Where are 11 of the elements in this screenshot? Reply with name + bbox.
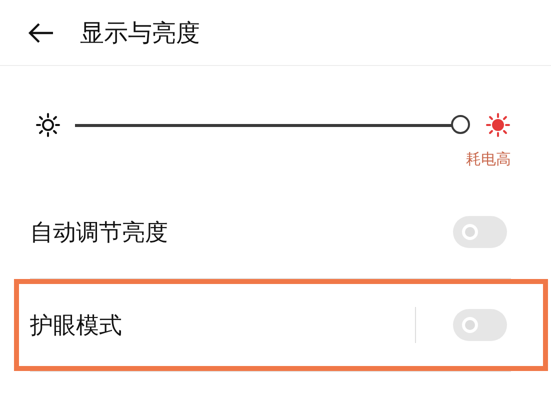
toggle-switch[interactable] — [453, 309, 507, 341]
brightness-high-icon — [485, 112, 511, 138]
setting-label: 自动调节亮度 — [30, 218, 169, 248]
setting-label: 护眼模式 — [30, 312, 123, 340]
back-icon[interactable] — [28, 22, 54, 42]
slider-thumb[interactable] — [451, 115, 470, 134]
screen-title: 显示与亮度 — [80, 18, 200, 48]
brightness-low-icon — [35, 112, 61, 138]
warning-label: 耗电高 — [465, 150, 511, 169]
brightness-slider[interactable] — [75, 115, 471, 135]
toggle-switch[interactable] — [453, 216, 507, 248]
